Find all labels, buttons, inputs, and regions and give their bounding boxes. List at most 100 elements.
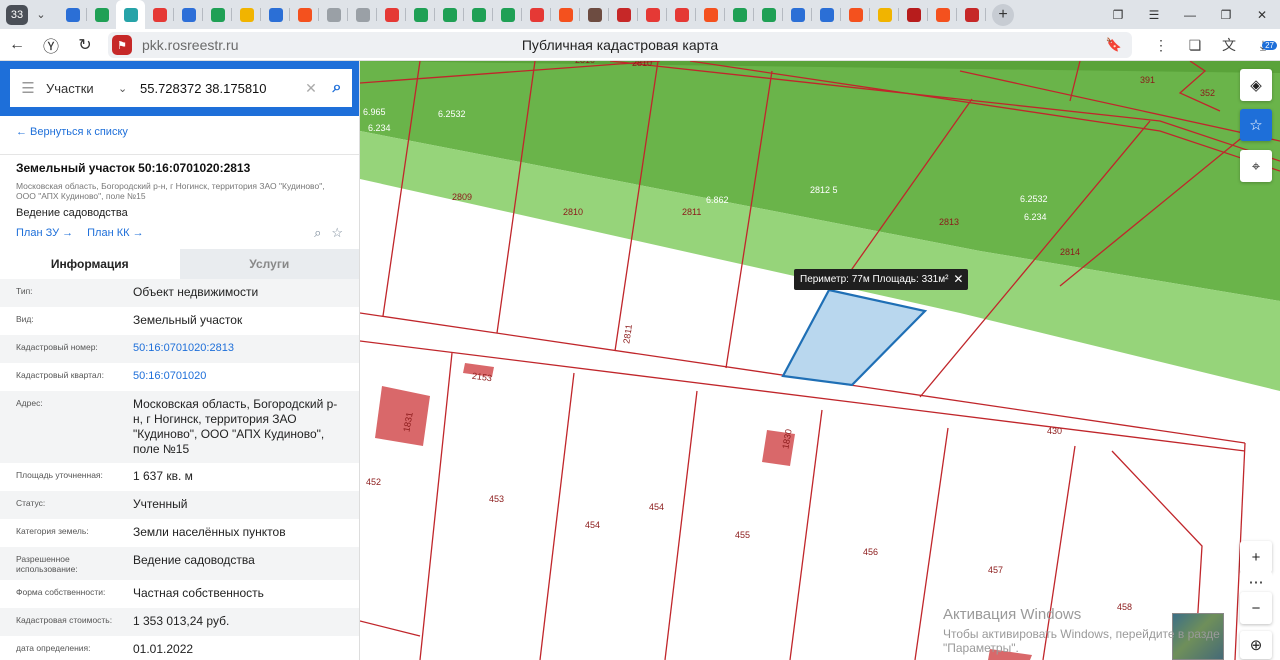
tab-favicon-icon: [819, 7, 834, 22]
attribute-value: Земельный участок: [133, 313, 243, 327]
parcel-number-label: 2813: [939, 217, 960, 227]
browser-tab[interactable]: [116, 0, 145, 29]
browser-tab[interactable]: [348, 0, 377, 29]
layers-icon[interactable]: ◈: [1240, 69, 1272, 101]
browser-tab[interactable]: [435, 0, 464, 29]
measure-tooltip: Периметр: 77м Площадь: 331м² ✕: [794, 269, 969, 290]
browser-tab[interactable]: [87, 0, 116, 29]
compass-icon[interactable]: ⊕: [1240, 631, 1272, 659]
browser-tab[interactable]: [580, 0, 609, 29]
tab-favicon-icon: [442, 7, 457, 22]
browser-tab[interactable]: [638, 0, 667, 29]
browser-tab[interactable]: [319, 0, 348, 29]
tab-favicon-icon: [964, 7, 979, 22]
collections-icon[interactable]: ❐: [1100, 8, 1136, 22]
zoom-in-button[interactable]: +: [1240, 541, 1272, 573]
tab-favicon-icon: [152, 7, 167, 22]
menu-icon[interactable]: ☰: [1136, 8, 1172, 22]
attribute-value[interactable]: 50:16:0701020:2813: [133, 341, 343, 357]
hamburger-icon[interactable]: ☰: [10, 79, 46, 97]
browser-tab[interactable]: [754, 0, 783, 29]
attribute-label: Кадастровый номер:: [16, 342, 98, 352]
parcel-use: Ведение садоводства: [16, 207, 128, 219]
chevron-down-icon[interactable]: ⌄: [118, 82, 136, 95]
browser-tab[interactable]: [783, 0, 812, 29]
attribute-value: Ведение садоводства: [133, 553, 255, 567]
yandex-logo-icon[interactable]: Ⓨ: [34, 29, 68, 61]
browser-tab[interactable]: [841, 0, 870, 29]
reload-icon[interactable]: ↻: [68, 29, 102, 61]
clipboard-icon[interactable]: ❏: [1178, 37, 1212, 54]
browser-tab[interactable]: [145, 0, 174, 29]
browser-tab[interactable]: [928, 0, 957, 29]
downloads-icon[interactable]: ⤓27: [1246, 37, 1280, 54]
browser-tab[interactable]: [899, 0, 928, 29]
close-window-button[interactable]: ✕: [1244, 8, 1280, 22]
close-icon[interactable]: ✕: [953, 269, 963, 290]
parcel-number-label: 2810: [563, 207, 584, 217]
minimize-button[interactable]: —: [1172, 8, 1208, 22]
search-document-icon[interactable]: ⌕: [314, 225, 321, 241]
attribute-label: Кадастровый квартал:: [16, 370, 104, 380]
tab-count-badge[interactable]: 33: [6, 4, 28, 25]
new-tab-button[interactable]: +: [992, 3, 1014, 26]
browser-tab[interactable]: [493, 0, 522, 29]
search-input[interactable]: 55.728372 38.175810: [140, 81, 300, 96]
browser-tab[interactable]: [667, 0, 696, 29]
windows-activation-watermark: Активация Windows Чтобы активировать Win…: [943, 606, 1220, 655]
back-arrow-icon[interactable]: ←: [0, 29, 34, 61]
browser-tab[interactable]: [957, 0, 986, 29]
more-icon[interactable]: ⋯: [1240, 571, 1272, 593]
plan-zu-link[interactable]: План ЗУ →: [16, 227, 73, 239]
locate-icon[interactable]: ⌖: [1240, 150, 1272, 182]
parcel-number-label: 454: [649, 502, 665, 512]
tab-information[interactable]: Информация: [0, 249, 180, 279]
attribute-value: Частная собственность: [133, 586, 264, 600]
browser-tab[interactable]: [464, 0, 493, 29]
search-header: ☰ Участки ⌄ 55.728372 38.175810 ✕ ⌕: [0, 61, 359, 116]
zoom-out-button[interactable]: −: [1240, 592, 1272, 624]
browser-tab[interactable]: [551, 0, 580, 29]
more-options-icon[interactable]: ⋮: [1144, 37, 1178, 54]
translate-icon[interactable]: 文: [1212, 35, 1246, 55]
browser-tab[interactable]: [290, 0, 319, 29]
attribute-label: Форма собственности:: [16, 587, 106, 597]
parcel-number-label: 2811: [682, 207, 702, 217]
browser-tab[interactable]: [696, 0, 725, 29]
search-icon[interactable]: ⌕: [322, 79, 352, 97]
browser-tab[interactable]: [725, 0, 754, 29]
map-canvas[interactable]: [360, 61, 1280, 660]
tab-services[interactable]: Услуги: [179, 249, 359, 279]
attribute-value[interactable]: 50:16:0701020: [133, 369, 343, 385]
browser-tab[interactable]: [261, 0, 290, 29]
cadastral-map[interactable]: 2810 2810 391 352 6.965 6.234 6.2532 2809 2810 28…: [360, 61, 1280, 660]
parcel-number-label: 6.2532: [438, 109, 466, 119]
browser-tab[interactable]: [377, 0, 406, 29]
measured-area-polygon[interactable]: [781, 288, 928, 387]
browser-tab[interactable]: [870, 0, 899, 29]
tab-favicon-icon: [471, 7, 486, 22]
browser-tab[interactable]: [522, 0, 551, 29]
tab-list-chevron-icon[interactable]: ⌄: [28, 8, 54, 21]
browser-tab[interactable]: [406, 0, 435, 29]
parcel-number-label: 455: [735, 530, 751, 540]
browser-tab[interactable]: [609, 0, 638, 29]
tab-favicon-icon: [326, 7, 341, 22]
browser-tab[interactable]: [812, 0, 841, 29]
parcel-number-label: 2809: [452, 192, 473, 202]
search-type-select[interactable]: Участки: [46, 81, 118, 96]
attribute-label: Категория земель:: [16, 526, 89, 536]
url-field[interactable]: ⚑ pkk.rosreestr.ru Публичная кадастровая…: [108, 32, 1132, 58]
browser-tab[interactable]: [203, 0, 232, 29]
browser-tab[interactable]: [232, 0, 261, 29]
back-to-list-link[interactable]: ← Вернуться к списку: [16, 126, 343, 150]
browser-tab[interactable]: [58, 0, 87, 29]
star-icon[interactable]: ☆: [1240, 109, 1272, 141]
star-icon[interactable]: ☆: [331, 225, 343, 241]
plan-kk-link[interactable]: План КК →: [87, 227, 143, 239]
browser-tab[interactable]: [174, 0, 203, 29]
bookmark-icon[interactable]: 🔖: [1106, 37, 1122, 53]
clear-icon[interactable]: ✕: [300, 80, 322, 97]
restore-button[interactable]: ❐: [1208, 8, 1244, 22]
address-bar: ← Ⓨ ↻ ⚑ pkk.rosreestr.ru Публичная кадас…: [0, 29, 1280, 61]
